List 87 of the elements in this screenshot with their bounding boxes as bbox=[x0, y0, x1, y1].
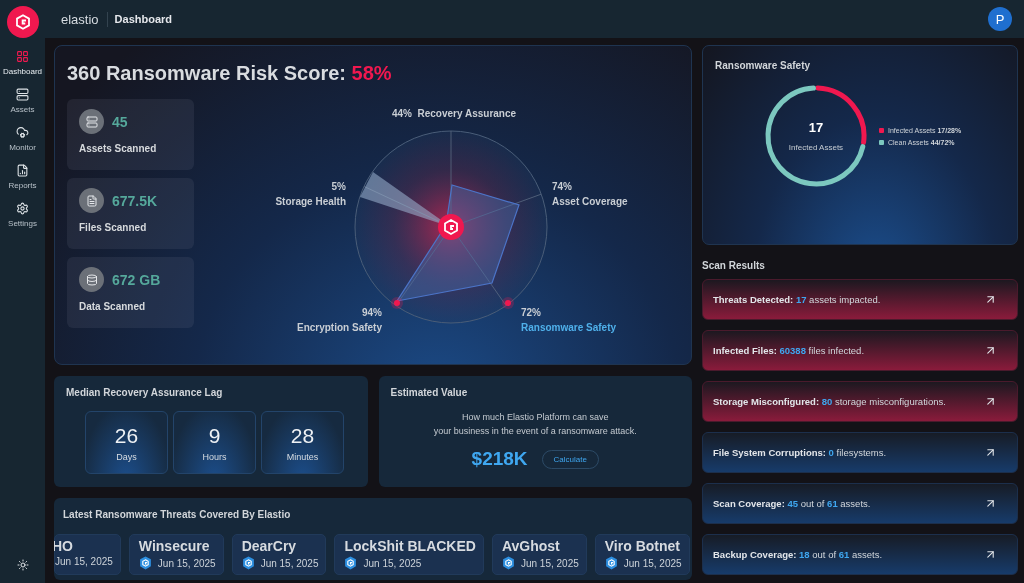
stat-label: Assets Scanned bbox=[79, 143, 158, 154]
threat-date: Jun 15, 2025 bbox=[157, 557, 216, 569]
axis-label: 72% Ransomware Safety bbox=[521, 306, 617, 335]
shield-icon bbox=[501, 556, 515, 570]
brand-name: elastio bbox=[61, 11, 108, 27]
scan-result-item[interactable]: Backup Coverage: 18 out of 61 assets. bbox=[702, 534, 1018, 575]
time-unit: Minutes bbox=[286, 451, 319, 462]
threat-name: LockShit BLACKED bbox=[344, 538, 476, 554]
data-point bbox=[502, 297, 514, 309]
time-value: 9 bbox=[208, 423, 221, 448]
threat-date: Jun 15, 2025 bbox=[260, 557, 319, 569]
infected-count: 17 bbox=[808, 120, 824, 135]
arrow-icon[interactable] bbox=[984, 344, 997, 357]
axis-label: 94% Encryption Safety bbox=[296, 306, 382, 335]
card-title: Estimated Value bbox=[390, 387, 469, 398]
threat-name: Viro Botnet bbox=[604, 538, 681, 554]
threat-date: Jun 15, 2025 bbox=[623, 557, 682, 569]
donut-label: Infected Assets bbox=[788, 143, 844, 152]
time-value: 26 bbox=[114, 423, 139, 448]
risk-score-title: 360 Ransomware Risk Score: 58% bbox=[67, 62, 393, 85]
threat-name: DearCry bbox=[241, 538, 298, 554]
nav-item[interactable]: Settings bbox=[8, 202, 37, 228]
estimate-description: How much Elastio Platform can save your business in the event of a ransomware attack. bbox=[432, 411, 638, 438]
nav-item[interactable]: Assets bbox=[10, 88, 35, 114]
stat-value: 672 GB bbox=[112, 271, 161, 288]
arrow-icon[interactable] bbox=[984, 395, 997, 408]
arrow-icon[interactable] bbox=[984, 497, 997, 510]
stat-value: 677.5K bbox=[112, 192, 158, 209]
threat-card[interactable]: Viro Botnet Jun 15, 2025 bbox=[594, 534, 690, 575]
card-title: Latest Ransomware Threats Covered By Elastio bbox=[63, 509, 292, 520]
nav-item[interactable]: Monitor bbox=[9, 126, 36, 152]
settings-icon bbox=[16, 202, 29, 215]
threat-date: Jun 15, 2025 bbox=[520, 557, 579, 569]
scan-result-text: Threats Detected: 17 assets impacted. bbox=[713, 294, 881, 305]
assets-icon bbox=[16, 88, 29, 101]
scan-result-item[interactable]: Threats Detected: 17 assets impacted. bbox=[702, 279, 1018, 320]
center-logo-icon bbox=[438, 214, 464, 240]
app-logo[interactable] bbox=[6, 6, 39, 38]
threat-name: AvGhost bbox=[501, 538, 561, 554]
scan-result-item[interactable]: Scan Coverage: 45 out of 61 assets. bbox=[702, 483, 1018, 524]
page-title: Dashboard bbox=[113, 13, 173, 25]
shield-icon bbox=[344, 556, 358, 570]
threat-card[interactable]: AvGhost Jun 15, 2025 bbox=[491, 534, 587, 575]
theme-toggle-icon[interactable] bbox=[16, 559, 29, 571]
scan-result-text: File System Corruptions: 0 filesystems. bbox=[713, 447, 887, 458]
nav-item[interactable]: Dashboard bbox=[2, 50, 43, 76]
time-unit: Days bbox=[116, 451, 137, 462]
user-avatar[interactable]: P bbox=[988, 7, 1012, 31]
data-point bbox=[391, 297, 403, 309]
shield-icon bbox=[604, 556, 618, 570]
scan-result-text: Scan Coverage: 45 out of 61 assets. bbox=[713, 498, 871, 509]
shield-icon bbox=[138, 556, 152, 570]
axis-label: 5% Storage Health bbox=[275, 180, 346, 209]
server-icon bbox=[79, 109, 104, 134]
monitor-icon bbox=[16, 126, 29, 139]
scan-result-text: Storage Misconfigured: 80 storage misconfigurations. bbox=[713, 396, 946, 407]
threat-card[interactable]: DearCry Jun 15, 2025 bbox=[231, 534, 327, 575]
stat-label: Data Scanned bbox=[79, 301, 147, 312]
scan-result-item[interactable]: File System Corruptions: 0 filesystems. bbox=[702, 432, 1018, 473]
stat-label: Files Scanned bbox=[79, 222, 148, 233]
dashboard-icon bbox=[16, 50, 29, 63]
stat-value: 45 bbox=[112, 113, 128, 130]
threat-date: Jun 15, 2025 bbox=[363, 557, 422, 569]
scan-result-text: Backup Coverage: 18 out of 61 assets. bbox=[713, 549, 883, 560]
threat-name: Winsecure bbox=[138, 538, 211, 554]
scan-result-item[interactable]: Infected Files: 60388 files infected. bbox=[702, 330, 1018, 371]
file-icon bbox=[79, 188, 104, 213]
nav-item[interactable]: Reports bbox=[8, 164, 37, 190]
axis-label: 74% Asset Coverage bbox=[552, 180, 628, 209]
time-unit: Hours bbox=[202, 451, 227, 462]
threat-card[interactable]: LockShit BLACKED Jun 15, 2025 bbox=[334, 534, 484, 575]
axis-label: 44% Recovery Assurance bbox=[390, 107, 518, 121]
card-title: Ransomware Safety bbox=[715, 60, 812, 71]
time-value: 28 bbox=[290, 423, 315, 448]
scan-result-item[interactable]: Storage Misconfigured: 80 storage misconfigurations. bbox=[702, 381, 1018, 422]
estimated-value: $218K bbox=[471, 448, 528, 470]
shield-icon bbox=[241, 556, 255, 570]
threat-card[interactable]: Winsecure Jun 15, 2025 bbox=[128, 534, 224, 575]
arrow-icon[interactable] bbox=[984, 293, 997, 306]
section-title: Scan Results bbox=[702, 260, 766, 271]
arrow-icon[interactable] bbox=[984, 548, 997, 561]
database-icon bbox=[79, 267, 104, 292]
reports-icon bbox=[16, 164, 29, 177]
card-title: Median Recovery Assurance Lag bbox=[66, 387, 224, 398]
threat-date: Jun 15, 2025 bbox=[55, 556, 113, 567]
scan-result-text: Infected Files: 60388 files infected. bbox=[713, 345, 865, 356]
arrow-icon[interactable] bbox=[984, 446, 997, 459]
